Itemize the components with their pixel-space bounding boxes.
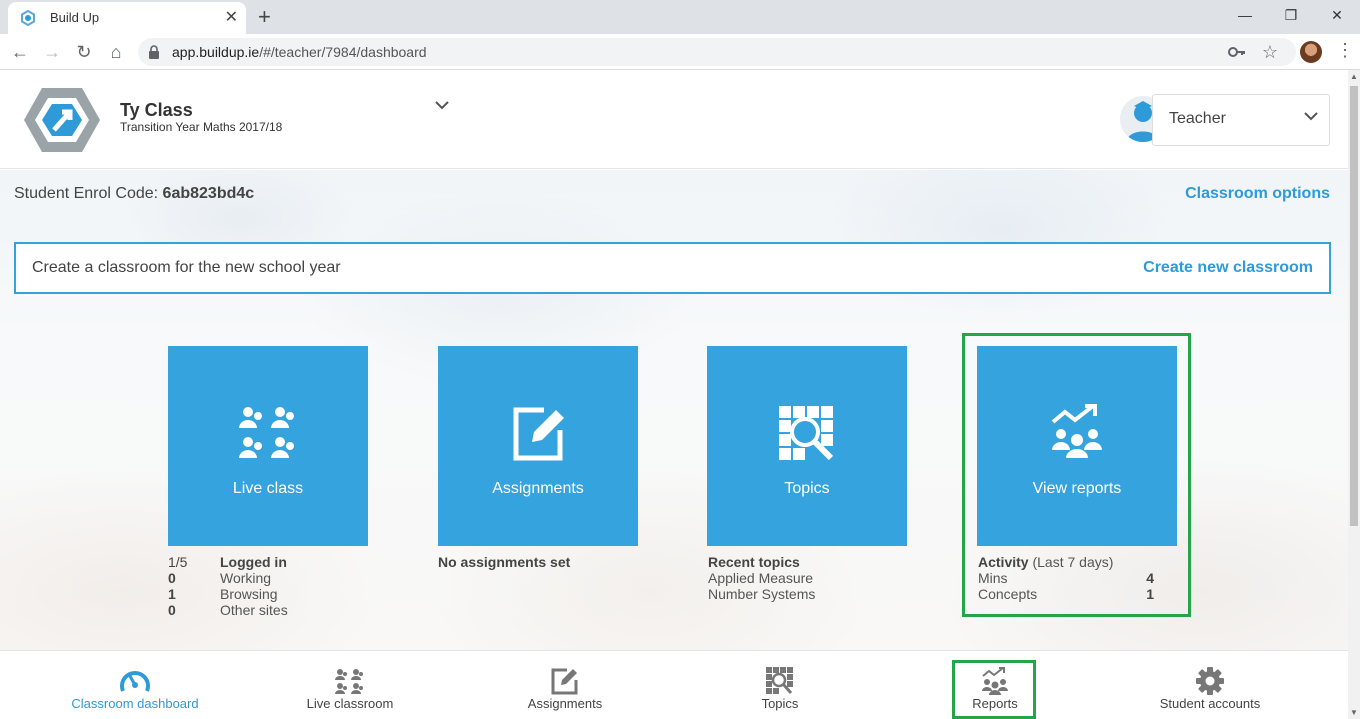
bookmark-star-icon[interactable]: ☆: [1262, 42, 1278, 63]
key-icon[interactable]: [1228, 44, 1246, 60]
create-new-classroom-link[interactable]: Create new classroom: [1143, 259, 1313, 277]
restore-icon[interactable]: ❐: [1268, 0, 1314, 30]
nav-label: Student accounts: [1159, 696, 1261, 711]
topics-search-icon: [779, 406, 834, 461]
scroll-thumb[interactable]: [1350, 86, 1358, 526]
stat-count: 1: [168, 586, 176, 602]
minimize-icon[interactable]: —: [1222, 0, 1268, 30]
tab-close-icon[interactable]: ✕: [225, 7, 238, 27]
dashboard-icon: [120, 671, 150, 692]
create-classroom-text: Create a classroom for the new school ye…: [32, 259, 341, 276]
tab-title: Build Up: [50, 10, 100, 25]
classroom-options-link[interactable]: Classroom options: [1185, 185, 1330, 203]
app-header: Ty Class Transition Year Maths 2017/18 T…: [0, 70, 1348, 169]
assignments-status: No assignments set: [438, 554, 571, 570]
profile-avatar[interactable]: [1300, 41, 1322, 63]
student-enrol-code: Student Enrol Code: 6ab823bd4c: [14, 185, 254, 203]
live-class-stats: 1/5 Logged in 0 Working 1 Browsing 0 Other s…: [168, 554, 288, 618]
stat-row: 1 Browsing: [168, 586, 288, 602]
buildup-favicon-icon: [21, 10, 35, 26]
nav-classroom-dashboard[interactable]: Classroom dashboard: [55, 651, 215, 719]
edit-icon: [551, 668, 578, 695]
stat-label: Working: [220, 570, 272, 586]
window-close-icon[interactable]: ✕: [1314, 0, 1360, 30]
stat-label: Browsing: [220, 586, 278, 602]
nav-label: Topics: [761, 696, 799, 711]
class-chevron-down-icon[interactable]: [434, 100, 450, 110]
class-name: Ty Class: [120, 100, 193, 120]
nav-label: Classroom dashboard: [71, 696, 199, 711]
topics-search-icon: [766, 667, 793, 694]
nav-student-accounts[interactable]: Student accounts: [1130, 651, 1290, 719]
tile-label: Topics: [784, 480, 830, 497]
nav-topics[interactable]: Topics: [700, 651, 860, 719]
enrol-label: Student Enrol Code:: [14, 185, 159, 202]
page-scrollbar[interactable]: ▲ ▼: [1348, 70, 1360, 719]
forward-icon[interactable]: →: [40, 40, 64, 64]
nav-live-classroom[interactable]: Live classroom: [270, 651, 430, 719]
stat-row: 1/5 Logged in: [168, 554, 288, 570]
tile-live-class[interactable]: Live class: [168, 346, 368, 546]
gear-icon: [1196, 667, 1224, 695]
logged-count: 1/5: [168, 554, 188, 570]
tile-label: Assignments: [492, 480, 584, 497]
browser-tabstrip: Build Up ✕ + — ❐ ✕: [0, 0, 1360, 34]
window-controls: — ❐ ✕: [1222, 0, 1360, 30]
create-classroom-banner: Create a classroom for the new school ye…: [14, 242, 1331, 294]
nav-label: Live classroom: [306, 696, 394, 711]
browser-menu-icon[interactable]: ⋮: [1336, 40, 1354, 61]
class-subtitle: Transition Year Maths 2017/18: [120, 120, 283, 134]
scroll-up-icon[interactable]: ▲: [1350, 72, 1358, 81]
nav-label: Assignments: [527, 696, 603, 711]
people-grid-icon: [239, 407, 294, 458]
stat-count: 0: [168, 570, 176, 586]
people-grid-icon: [335, 669, 363, 694]
user-chevron-down-icon: [1304, 112, 1318, 121]
tile-assignments[interactable]: Assignments: [438, 346, 638, 546]
stat-count: 0: [168, 602, 176, 618]
recent-topics-heading: Recent topics: [708, 554, 800, 570]
reports-highlight-box: [962, 333, 1191, 617]
lock-icon: [149, 45, 159, 59]
user-role-label: Teacher: [1169, 110, 1226, 127]
topics-stats: Recent topics Applied Measure Number Sys…: [708, 554, 815, 602]
assignments-stats: No assignments set: [438, 554, 570, 570]
browser-toolbar: ← → ↻ ⌂ app.buildup.ie/#/teacher/7984/da…: [0, 34, 1360, 70]
enrol-code: 6ab823bd4c: [162, 185, 255, 202]
recent-topic-item[interactable]: Number Systems: [708, 586, 815, 602]
back-icon[interactable]: ←: [8, 40, 32, 64]
edit-icon: [513, 407, 564, 461]
reload-icon[interactable]: ↻: [72, 40, 96, 64]
address-bar[interactable]: app.buildup.ie/#/teacher/7984/dashboard …: [138, 38, 1296, 66]
logged-label: Logged in: [220, 554, 287, 570]
tile-topics[interactable]: Topics: [707, 346, 907, 546]
dashboard-hero: Student Enrol Code: 6ab823bd4c Classroom…: [0, 170, 1348, 650]
user-role-dropdown[interactable]: Teacher: [1152, 94, 1330, 146]
stat-row: 0 Working: [168, 570, 288, 586]
recent-topic-item[interactable]: Applied Measure: [708, 570, 815, 586]
new-tab-icon[interactable]: +: [258, 4, 271, 30]
home-icon[interactable]: ⌂: [104, 40, 128, 64]
tile-label: Live class: [232, 480, 304, 497]
browser-tab[interactable]: Build Up ✕: [8, 2, 246, 34]
nav-assignments[interactable]: Assignments: [485, 651, 645, 719]
stat-row: 0 Other sites: [168, 602, 288, 618]
reports-nav-highlight-box: [952, 660, 1036, 719]
bottom-nav: Classroom dashboard Live classroom Assig…: [0, 650, 1348, 719]
buildup-logo-icon[interactable]: [22, 86, 102, 154]
url-text: app.buildup.ie/#/teacher/7984/dashboard: [172, 44, 427, 60]
scroll-down-icon[interactable]: ▼: [1350, 708, 1358, 717]
stat-label: Other sites: [220, 602, 288, 618]
